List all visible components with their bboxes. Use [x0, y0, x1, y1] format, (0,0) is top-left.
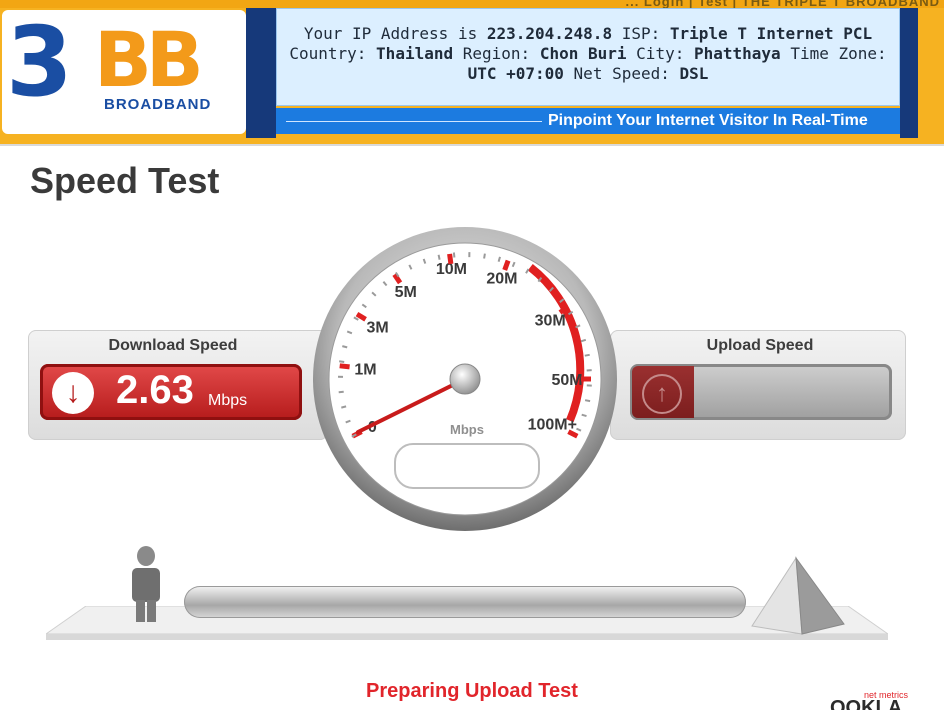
- gauge-minor-tick: [585, 355, 590, 356]
- gauge-tick-label: 50M: [551, 372, 582, 389]
- isp-label: ISP:: [622, 24, 661, 43]
- isp-value: Triple T Internet PCL: [670, 24, 872, 43]
- gauge-minor-tick: [484, 254, 485, 259]
- tagline-rule: [286, 121, 542, 122]
- page-title: Speed Test: [30, 160, 219, 202]
- gauge-tick-label: 1M: [354, 362, 376, 379]
- speed-gauge: 01M3M5M10M20M30M50M100M+ Mbps: [312, 226, 618, 532]
- gauge-minor-tick: [341, 406, 346, 407]
- status-message: Preparing Upload Test: [0, 680, 944, 703]
- gauge-minor-tick: [342, 346, 347, 347]
- city-value: Phatthaya: [694, 44, 781, 63]
- brand-name: OOKLA: [830, 697, 902, 710]
- timezone-value: UTC +07:00: [468, 64, 564, 83]
- region-value: Chon Buri: [540, 44, 627, 63]
- arrow-down-icon: ↓: [52, 372, 94, 414]
- country-label: Country:: [289, 44, 366, 63]
- gauge-tick-label: 5M: [395, 284, 417, 301]
- gauge-tick-label: 20M: [486, 271, 517, 288]
- gauge-readout: [395, 444, 539, 488]
- ip-info-text: Your IP Address is 223.204.248.8 ISP: Tr…: [282, 24, 894, 84]
- header-divider: [246, 8, 276, 138]
- city-label: City:: [636, 44, 684, 63]
- gauge-minor-tick: [454, 253, 455, 258]
- logo-letters: BB: [94, 20, 198, 100]
- download-value: 2.63: [116, 368, 194, 413]
- tagline-link[interactable]: Pinpoint Your Internet Visitor In Real-T…: [548, 112, 868, 130]
- gauge-hub: [450, 364, 480, 394]
- ip-label: Your IP Address is: [304, 24, 477, 43]
- gauge-tick-label: 3M: [366, 320, 388, 337]
- gauge-minor-tick: [582, 415, 587, 416]
- gauge-minor-tick: [339, 361, 344, 362]
- server-pyramid-icon: [746, 556, 846, 640]
- gauge-minor-tick: [439, 255, 440, 260]
- net-speed-label: Net Speed:: [574, 64, 670, 83]
- progress-tube: [184, 586, 746, 618]
- gauge-unit: Mbps: [450, 422, 484, 437]
- download-unit: Mbps: [208, 392, 247, 410]
- timezone-label: Time Zone:: [790, 44, 886, 63]
- gauge-minor-tick: [499, 257, 500, 262]
- logo-subtitle: BROADBAND: [104, 96, 211, 113]
- country-value: Thailand: [376, 44, 453, 63]
- gauge-major-tick: [450, 254, 451, 264]
- arrow-up-icon: ↑: [642, 374, 682, 414]
- header-edge: [900, 8, 918, 138]
- ip-value: 223.204.248.8: [487, 24, 612, 43]
- net-speed-value: DSL: [680, 64, 709, 83]
- gauge-tick-label: 30M: [535, 312, 566, 329]
- gauge-minor-tick: [339, 392, 344, 393]
- logo-numeral: 3: [6, 12, 69, 112]
- user-figure-icon: [124, 544, 168, 624]
- region-label: Region:: [463, 44, 530, 63]
- gauge-major-tick: [340, 366, 350, 367]
- upload-label: Upload Speed: [612, 337, 908, 355]
- gauge-major-tick: [505, 261, 508, 270]
- ookla-logo: net metrics OOKLA: [830, 690, 944, 710]
- gauge-minor-tick: [585, 400, 590, 401]
- download-label: Download Speed: [28, 337, 318, 355]
